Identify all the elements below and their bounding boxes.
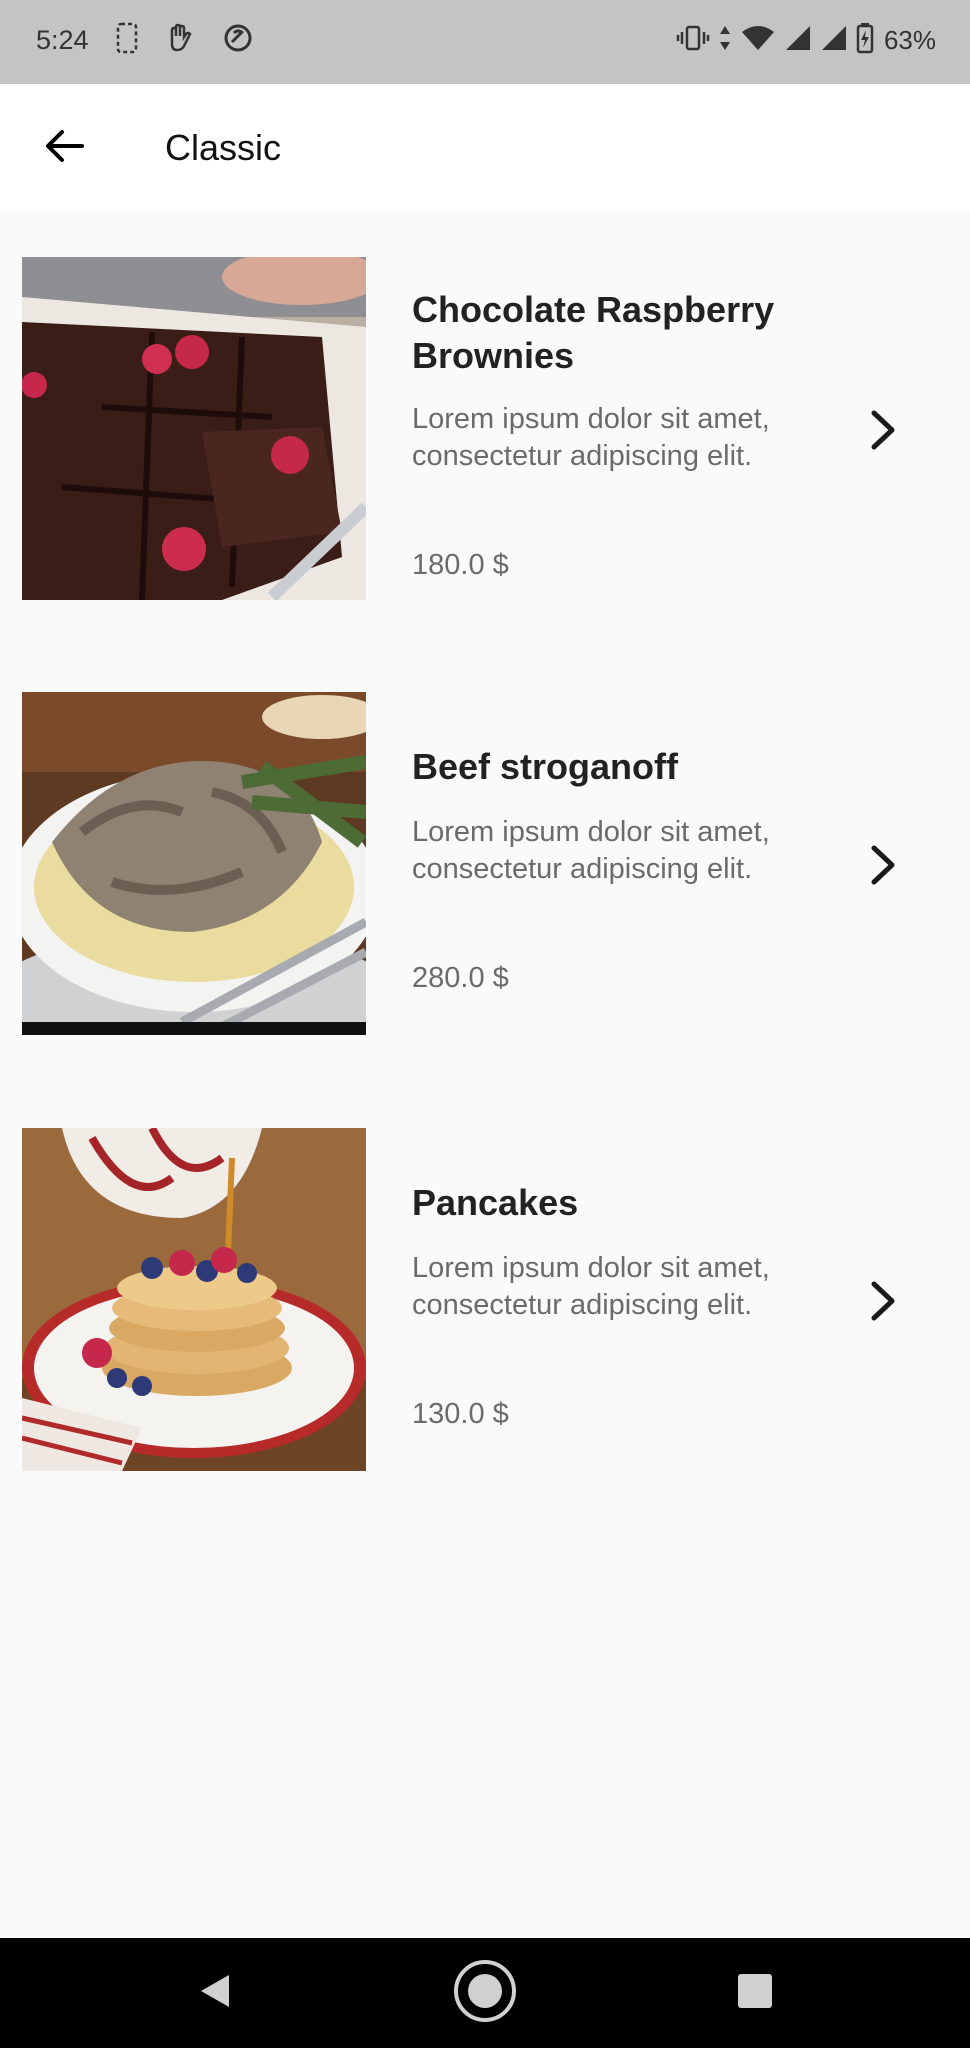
- home-circle-icon: [452, 1958, 518, 2029]
- page-title: Classic: [165, 127, 282, 168]
- menu-item[interactable]: Pancakes Lorem ipsum dolor sit amet, con…: [0, 1128, 970, 1471]
- stroganoff-photo: [22, 692, 366, 1035]
- item-title: Beef stroganoff: [412, 746, 679, 787]
- back-button[interactable]: [28, 116, 100, 180]
- item-price: 280.0 $: [412, 962, 509, 994]
- item-description: Lorem ipsum dolor sit amet, consectetur …: [412, 816, 770, 885]
- battery-charging-icon: [856, 22, 874, 59]
- back-triangle-icon: [195, 1971, 235, 2016]
- item-price: 180.0 $: [412, 549, 509, 581]
- status-bar: 5:24 63%: [0, 0, 970, 84]
- hand-icon: [164, 22, 196, 59]
- status-notification-icons: [116, 18, 254, 62]
- screenshot-icon: [116, 22, 138, 59]
- wifi-icon: [740, 24, 776, 57]
- item-description: Lorem ipsum dolor sit amet, consectetur …: [412, 1252, 770, 1321]
- menu-item[interactable]: Beef stroganoff Lorem ipsum dolor sit am…: [0, 692, 970, 1035]
- menu-item[interactable]: Chocolate Raspberry Brownies Lorem ipsum…: [0, 257, 970, 600]
- item-price: 130.0 $: [412, 1398, 509, 1430]
- vibrate-icon: [676, 24, 710, 57]
- item-title: Chocolate Raspberry Brownies: [412, 289, 775, 376]
- chevron-right-icon: [865, 408, 901, 452]
- nav-back-button[interactable]: [180, 1960, 250, 2026]
- signal-icon: [820, 24, 848, 57]
- status-time: 5:24: [36, 25, 89, 55]
- arrow-left-icon: [44, 129, 84, 168]
- nav-recents-button[interactable]: [720, 1960, 790, 2026]
- recents-square-icon: [737, 1973, 773, 2014]
- nav-home-button[interactable]: [450, 1958, 520, 2029]
- status-system-icons: 63%: [676, 18, 936, 62]
- brownies-photo: [22, 257, 366, 600]
- chevron-right-icon: [865, 843, 901, 887]
- signal-icon: [784, 24, 812, 57]
- pancakes-photo: [22, 1128, 366, 1471]
- app-bar: Classic: [0, 84, 970, 212]
- battery-percent: 63%: [883, 24, 936, 55]
- sync-icon: [222, 22, 254, 59]
- chevron-right-icon: [865, 1279, 901, 1323]
- item-title: Pancakes: [412, 1182, 579, 1223]
- data-arrows-icon: [718, 24, 732, 57]
- system-nav-bar: [0, 1938, 970, 2048]
- item-description: Lorem ipsum dolor sit amet, consectetur …: [412, 403, 770, 472]
